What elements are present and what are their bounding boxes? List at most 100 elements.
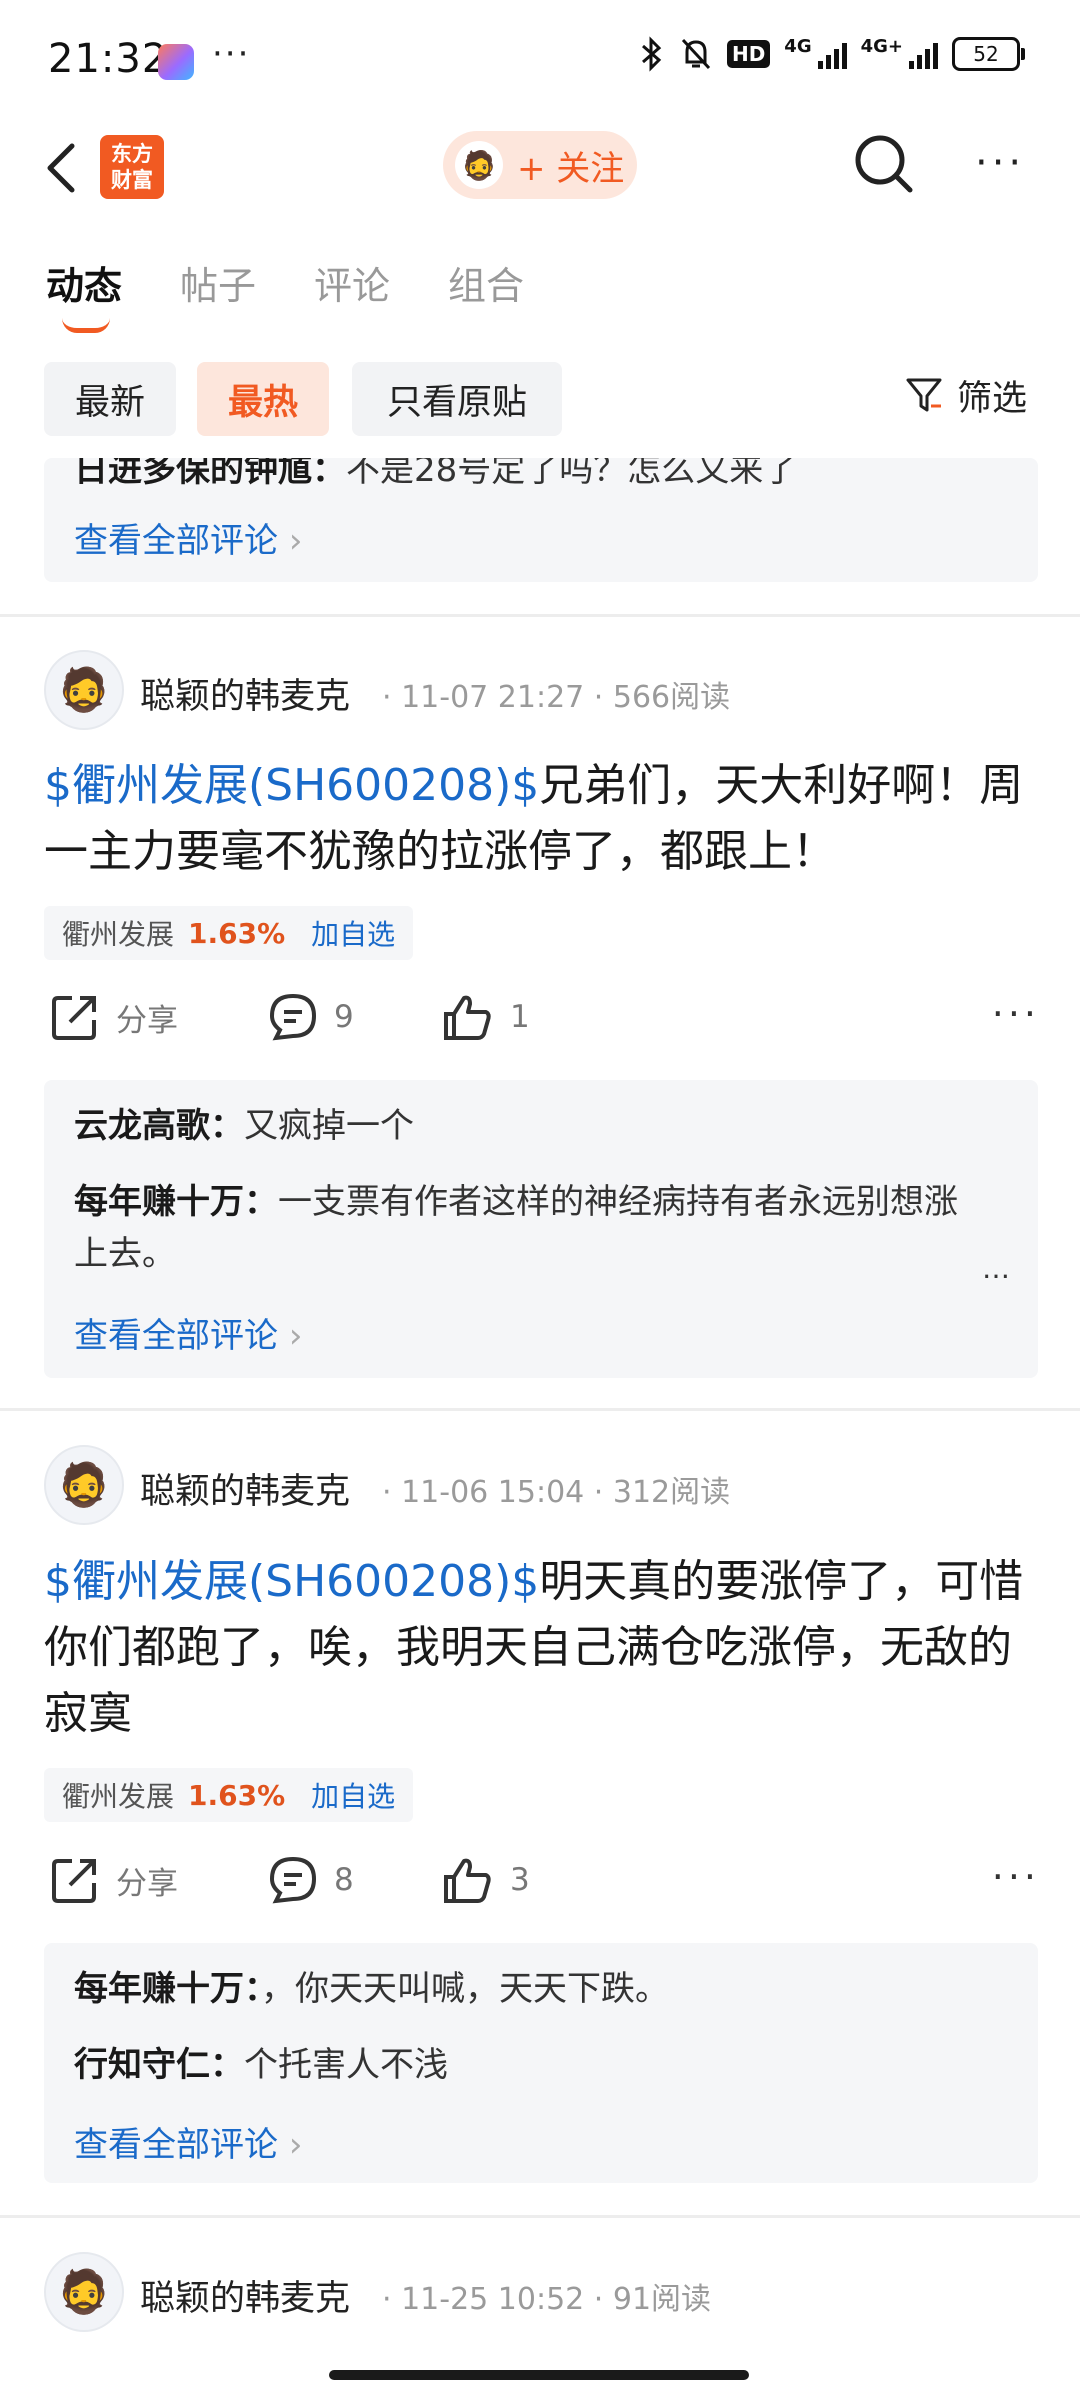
- avatar[interactable]: 🧔: [44, 650, 124, 730]
- bluetooth-icon: [641, 36, 662, 72]
- filter-original-only[interactable]: 只看原贴: [352, 362, 562, 436]
- share-label: 分享: [116, 1865, 178, 1902]
- post-date: 11-25 10:52: [401, 2282, 585, 2317]
- share-icon: [52, 996, 96, 1040]
- comment-icon: [269, 993, 317, 1041]
- game-app-icon: [158, 44, 194, 80]
- chevron-right-icon: ›: [288, 2125, 303, 2165]
- filter-label: 筛选: [957, 379, 1028, 419]
- battery-icon: 52: [952, 37, 1025, 71]
- reply-item[interactable]: 每年赚十万：一支票有作者这样的神经病持有者永远别想涨上去。: [74, 1176, 978, 1280]
- comment-box-partial: 日进多保的钟馗：不是28号定了吗？怎么又来了 查看全部评论 ›: [44, 458, 1038, 582]
- add-watchlist-button[interactable]: 加自选: [311, 913, 395, 953]
- tab-posts[interactable]: 帖子: [180, 255, 256, 310]
- reply-text: 不是28号定了吗？怎么又来了: [346, 458, 798, 490]
- post-author[interactable]: 聪颖的韩麦克: [140, 1463, 350, 1514]
- stock-change-pct: 1.63%: [188, 1778, 286, 1812]
- signal-icon-2: [909, 39, 938, 69]
- divider: [0, 2215, 1080, 2218]
- status-right-cluster: HD 4G 4G+ 52: [639, 36, 1025, 72]
- reply-item[interactable]: 每年赚十万：，你天天叫喊，天天下跌。: [74, 1963, 1008, 2015]
- hd-badge: HD: [726, 40, 771, 68]
- stock-change-pct: 1.63%: [188, 916, 286, 950]
- chevron-right-icon: ›: [288, 521, 303, 561]
- add-watchlist-button[interactable]: 加自选: [311, 1775, 395, 1815]
- stock-name: 衢州发展: [62, 1780, 175, 1813]
- post-actions: 分享 8 3 ···: [50, 1855, 1040, 1915]
- eastmoney-logo: 东方 财富: [100, 135, 164, 199]
- post-meta: · 11-07 21:27 · 566阅读: [382, 680, 731, 715]
- like-button[interactable]: 1: [442, 992, 530, 1042]
- chevron-right-icon: ›: [288, 1316, 303, 1356]
- post-meta: · 11-06 15:04 · 312阅读: [382, 1475, 731, 1510]
- share-icon: [52, 1859, 96, 1903]
- filter-hot[interactable]: 最热: [197, 362, 329, 436]
- follow-label: + 关注: [517, 148, 625, 189]
- share-button[interactable]: 分享: [50, 992, 178, 1042]
- home-indicator[interactable]: [329, 2370, 749, 2380]
- avatar[interactable]: 🧔: [44, 2252, 124, 2332]
- like-button[interactable]: 3: [442, 1855, 530, 1905]
- tab-dynamic[interactable]: 动态: [46, 255, 122, 310]
- stock-chip[interactable]: 衢州发展 1.63% 加自选: [44, 1768, 414, 1822]
- thumbs-up-icon: [444, 995, 491, 1040]
- search-icon[interactable]: [850, 130, 920, 200]
- view-all-comments-link[interactable]: 查看全部评论 ›: [74, 513, 302, 562]
- avatar[interactable]: 🧔: [44, 1445, 124, 1525]
- stock-chip[interactable]: 衢州发展 1.63% 加自选: [44, 906, 414, 960]
- comment-box: 每年赚十万：，你天天叫喊，天天下跌。 行知守仁：个托害人不浅 查看全部评论 ›: [44, 1943, 1038, 2183]
- thumbs-up-icon: [444, 1858, 491, 1903]
- comment-count: 9: [334, 999, 354, 1035]
- stock-name: 衢州发展: [62, 918, 175, 951]
- post-author[interactable]: 聪颖的韩麦克: [140, 2270, 350, 2321]
- divider: [0, 614, 1080, 617]
- comment-count: 8: [334, 1862, 354, 1898]
- back-arrow-icon[interactable]: [40, 138, 84, 198]
- stock-tag-link[interactable]: $衢州发展(SH600208)$: [44, 1556, 539, 1607]
- filter-latest[interactable]: 最新: [44, 362, 176, 436]
- post-author[interactable]: 聪颖的韩麦克: [140, 668, 350, 719]
- view-all-comments-link[interactable]: 查看全部评论 ›: [74, 2117, 302, 2166]
- status-bar: 21:32 ··· HD 4G 4G+ 52: [0, 0, 1080, 120]
- post-reads: 312阅读: [612, 1475, 731, 1510]
- status-time: 21:32: [48, 36, 169, 82]
- stock-tag-link[interactable]: $衢州发展(SH600208)$: [44, 760, 539, 811]
- post-text[interactable]: $衢州发展(SH600208)$明天真的要涨停了，可惜你们都跑了，唉，我明天自己…: [44, 1549, 1039, 1747]
- reply-item[interactable]: 云龙高歌：又疯掉一个: [74, 1100, 1008, 1152]
- logo-line-2: 财富: [111, 168, 153, 192]
- post-more-icon[interactable]: ···: [992, 992, 1040, 1036]
- comment-button[interactable]: 8: [268, 1855, 354, 1905]
- more-menu-icon[interactable]: ···: [975, 140, 1035, 190]
- follow-button[interactable]: 🧔 + 关注: [443, 131, 637, 199]
- post-text[interactable]: $衢州发展(SH600208)$兄弟们，天大利好啊！周一主力要毫不犹豫的拉涨停了…: [44, 753, 1039, 885]
- network-4g-label: 4G: [784, 36, 812, 57]
- tab-portfolio[interactable]: 组合: [448, 255, 524, 310]
- logo-line-1: 东方: [111, 142, 153, 166]
- post-more-icon[interactable]: ···: [992, 1855, 1040, 1899]
- post-meta: · 11-25 10:52 · 91阅读: [382, 2282, 712, 2317]
- content-tabs: 动态 帖子 评论 组合: [46, 255, 524, 310]
- filter-funnel-icon: [906, 378, 942, 411]
- reply-author: 日进多保的钟馗：: [74, 458, 346, 490]
- tab-comments[interactable]: 评论: [314, 255, 390, 310]
- comment-button[interactable]: 9: [268, 992, 354, 1042]
- reply-author: 云龙高歌：: [74, 1106, 244, 1146]
- reply-expand-ellipsis[interactable]: …: [982, 1252, 1010, 1285]
- view-all-label: 查看全部评论: [74, 2125, 278, 2165]
- comment-icon: [269, 1856, 317, 1904]
- comment-box: 云龙高歌：又疯掉一个 每年赚十万：一支票有作者这样的神经病持有者永远别想涨上去。…: [44, 1080, 1038, 1378]
- signal-icon: [817, 39, 847, 69]
- filter-button[interactable]: 筛选: [905, 370, 1027, 421]
- post-actions: 分享 9 1 ···: [50, 992, 1040, 1052]
- post-date: 11-06 15:04: [401, 1475, 585, 1510]
- reply-item[interactable]: 行知守仁：个托害人不浅: [74, 2039, 1008, 2091]
- status-more-dots: ···: [212, 34, 251, 74]
- mute-bell-icon: [681, 38, 711, 70]
- reply-author: 行知守仁：: [74, 2045, 244, 2085]
- post-date: 11-07 21:27: [401, 680, 585, 715]
- share-button[interactable]: 分享: [50, 1855, 178, 1905]
- view-all-comments-link[interactable]: 查看全部评论 ›: [74, 1308, 302, 1357]
- partial-reply: 日进多保的钟馗：不是28号定了吗？怎么又来了: [74, 458, 1008, 496]
- view-all-label: 查看全部评论: [74, 1316, 278, 1356]
- active-tab-indicator: [62, 318, 110, 333]
